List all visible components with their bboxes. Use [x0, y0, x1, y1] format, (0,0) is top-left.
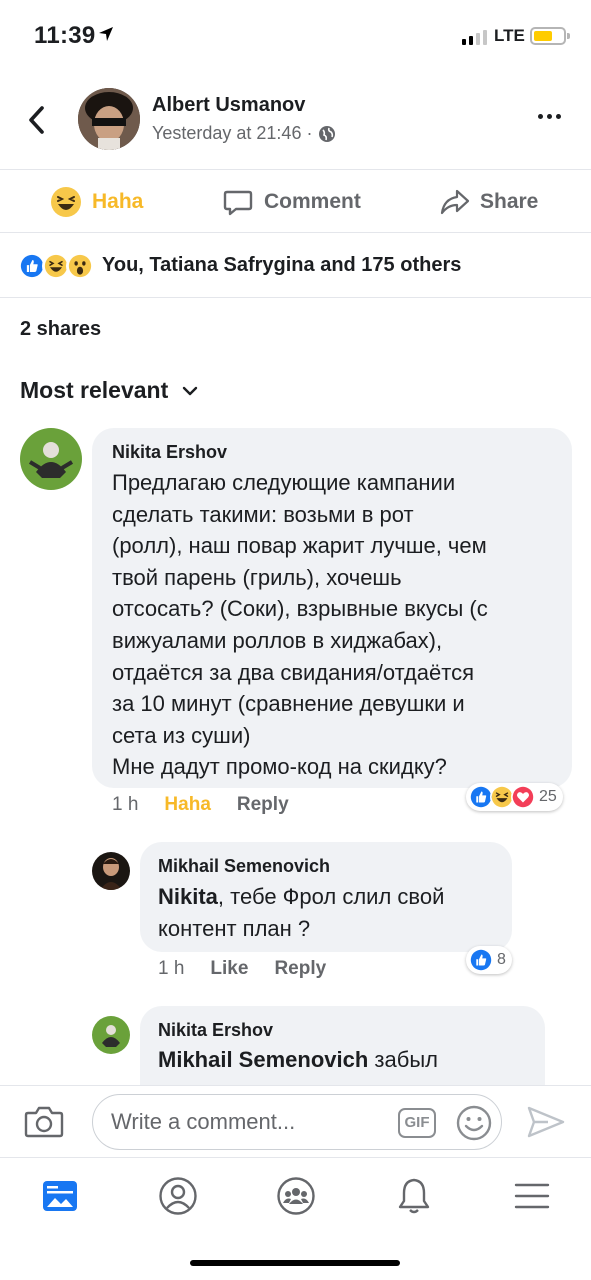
comment-author[interactable]: Nikita Ershov [112, 442, 227, 463]
tab-notifications[interactable] [390, 1172, 438, 1220]
more-options-icon[interactable] [538, 114, 561, 119]
comment-line: Предлагаю следующие кампании [112, 470, 456, 495]
notifications-icon [398, 1178, 430, 1214]
tab-profile[interactable] [154, 1172, 202, 1220]
menu-icon [514, 1183, 550, 1209]
battery-icon [530, 27, 570, 45]
tab-news-feed[interactable] [36, 1172, 84, 1220]
comment-reactions[interactable]: 25 [466, 783, 563, 811]
news-feed-icon [43, 1181, 77, 1211]
post-header: Albert Usmanov Yesterday at 21:46 · [0, 70, 591, 170]
comment-reply-button[interactable]: Reply [237, 794, 289, 816]
comment-line: (ролл), наш повар жарит лучше, чем [112, 533, 487, 559]
comment-line: за 10 минут (сравнение девушки и [112, 691, 465, 717]
reply-meta: 1 h Like Reply [158, 958, 326, 980]
haha-label: Haha [92, 190, 144, 213]
tab-groups[interactable] [272, 1172, 320, 1220]
reply-line-text: забыл [368, 1047, 438, 1072]
haha-icon [51, 187, 81, 217]
shares-count[interactable]: 2 shares [20, 318, 101, 341]
share-button[interactable]: Share [440, 171, 538, 233]
comment-line: вижуалами роллов в хиджабах), [112, 627, 443, 653]
reply-text: Mikhail Semenovich забыл [158, 1044, 438, 1076]
reply-author[interactable]: Mikhail Semenovich [158, 856, 330, 877]
like-icon [469, 948, 493, 972]
home-indicator[interactable] [190, 1260, 400, 1266]
commenter-avatar[interactable] [20, 428, 82, 490]
post-actions: Haha Comment Share [0, 171, 591, 233]
status-time: 11:39 [34, 22, 96, 49]
reactions-text: You, Tatiana Safrygina and 175 others [102, 254, 462, 276]
network-label: LTE [494, 26, 525, 45]
post-timestamp: Yesterday at 21:46 · [152, 123, 313, 143]
comment-placeholder: Write a comment... [111, 1109, 296, 1134]
gif-button[interactable]: GIF [398, 1108, 436, 1138]
profile-icon [159, 1177, 197, 1215]
tab-menu[interactable] [508, 1172, 556, 1220]
comment-line: сета из суши) [112, 722, 251, 748]
comment-line: Мне дадут промо-код на скидку? [112, 754, 447, 780]
location-arrow-icon [99, 27, 113, 41]
send-icon[interactable] [526, 1104, 566, 1140]
reply-reactions[interactable]: 8 [466, 946, 512, 974]
reply-line-text: , тебе Фрол слил свой [217, 884, 445, 909]
comment-input[interactable]: Write a comment... GIF [92, 1094, 502, 1150]
comment-haha-button[interactable]: Haha [164, 794, 210, 816]
comment-line: сделать такими: возьми в рот [112, 501, 414, 527]
globe-icon [319, 125, 336, 142]
share-label: Share [480, 190, 539, 213]
share-icon [440, 189, 470, 215]
back-icon[interactable] [22, 102, 52, 138]
reaction-icons [18, 251, 94, 280]
reactions-summary[interactable]: You, Tatiana Safrygina and 175 others [0, 234, 591, 298]
comment-reaction-count: 25 [539, 788, 557, 805]
reply-time: 1 h [158, 958, 185, 979]
chevron-down-icon [183, 386, 198, 395]
love-icon [511, 785, 535, 809]
mention-link[interactable]: Mikhail Semenovich [158, 1047, 368, 1072]
haha-button[interactable]: Haha [50, 171, 143, 233]
comment-time: 1 h [112, 794, 139, 815]
comment-meta: 1 h Haha Reply [112, 794, 289, 816]
status-bar: 11:39 LTE [0, 0, 591, 70]
reply-author[interactable]: Nikita Ershov [158, 1020, 273, 1041]
comment-line: твой парень (гриль), хочешь [112, 564, 402, 590]
reply-reaction-count: 8 [497, 951, 506, 968]
author-name[interactable]: Albert Usmanov [152, 94, 305, 117]
emoji-icon[interactable] [455, 1104, 493, 1142]
comment-text: Предлагаю следующие кампании сделать так… [112, 467, 488, 783]
post-meta: Yesterday at 21:46 · [152, 123, 336, 144]
author-avatar[interactable] [78, 88, 140, 150]
reply-like-button[interactable]: Like [210, 958, 248, 980]
comment-label: Comment [264, 190, 361, 213]
reply-avatar[interactable] [92, 1016, 130, 1054]
comment-line: отсосать? (Соки), взрывные вкусы (с [112, 596, 488, 622]
comment-line: отдаётся за два свидания/отдаётся [112, 659, 474, 685]
sort-label: Most relevant [20, 377, 169, 403]
sort-dropdown[interactable]: Most relevant [20, 377, 198, 404]
comment-composer: Write a comment... GIF [0, 1085, 591, 1157]
groups-icon [277, 1177, 315, 1215]
comment-button[interactable]: Comment [222, 171, 361, 233]
reply-text: Nikita, тебе Фрол слил свой контент план… [158, 881, 444, 944]
reply-line: контент план ? [158, 915, 311, 941]
comment-icon [223, 190, 253, 216]
reply-avatar[interactable] [92, 852, 130, 890]
reply-line: Nikita, тебе Фрол слил свой [158, 881, 444, 913]
mention-link[interactable]: Nikita [158, 884, 218, 909]
signal-icon [462, 30, 487, 45]
reply-reply-button[interactable]: Reply [274, 958, 326, 980]
wow-icon [66, 251, 94, 280]
camera-icon[interactable] [24, 1103, 64, 1139]
